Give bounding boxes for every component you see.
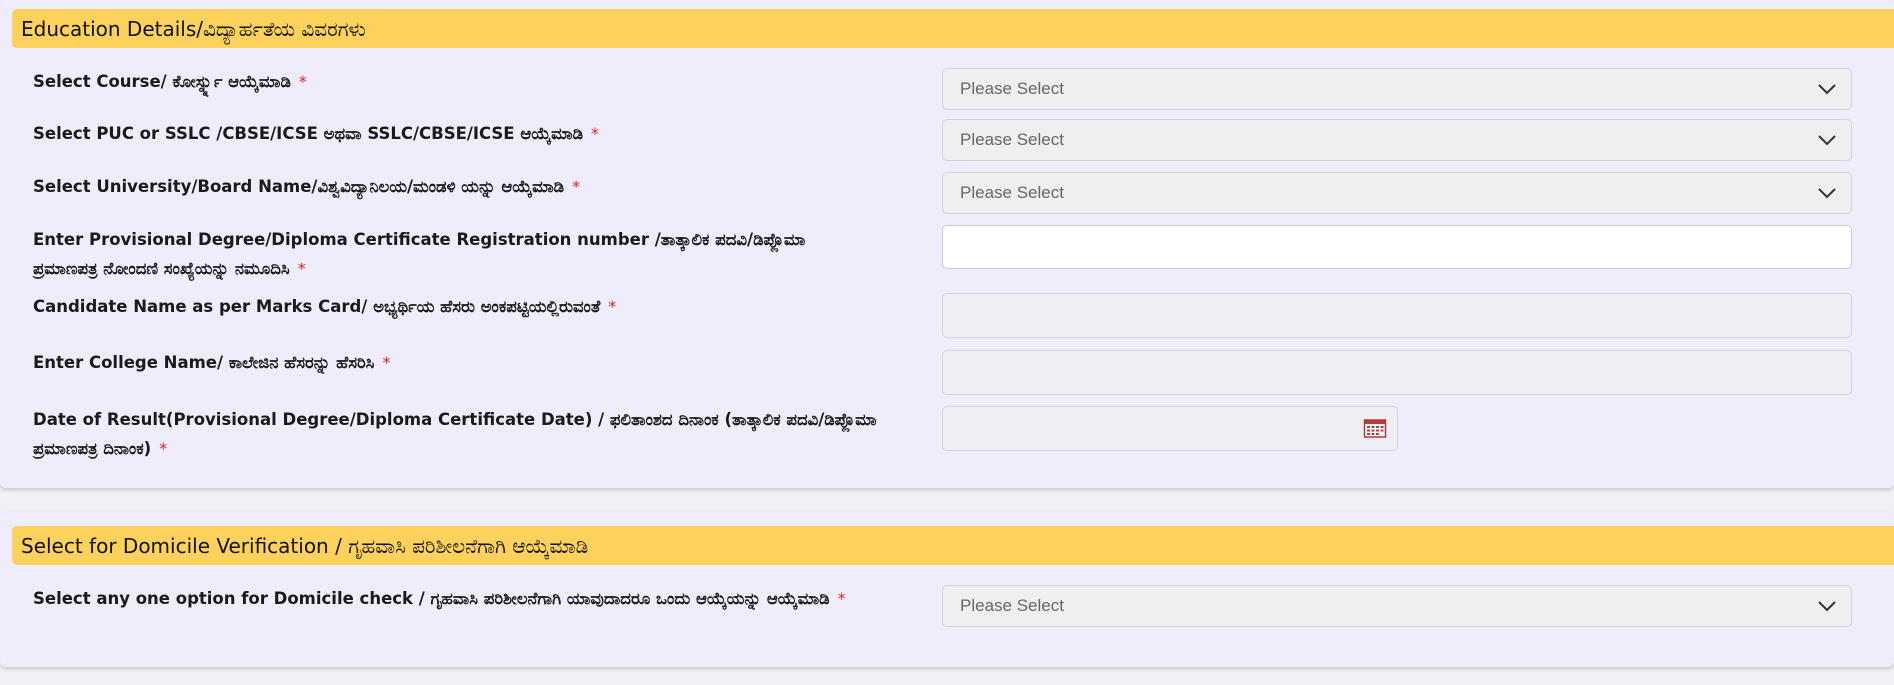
domicile-option-label: Select any one option for Domicile check… [33,589,846,608]
required-star: * [591,124,600,143]
candidate-name-input[interactable] [942,293,1852,338]
calendar-icon[interactable] [1363,417,1387,439]
required-star: * [159,439,168,458]
course-select-value: Please Select [960,79,1064,98]
registration-number-label: Enter Provisional Degree/Diploma Certifi… [33,230,806,278]
course-select[interactable]: Please Select [942,68,1852,110]
university-board-label: Select University/Board Name/ವಿಶ್ವವಿದ್ಯಾ… [33,177,581,196]
education-details-header: Education Details/ವಿದ್ಯಾರ್ಹತೆಯ ವಿವರಗಳು [12,9,1894,48]
required-star: * [298,72,307,91]
required-star: * [837,589,846,608]
college-name-input[interactable] [942,350,1852,395]
registration-number-input[interactable] [942,225,1852,269]
puc-sslc-select-value: Please Select [960,130,1064,149]
puc-sslc-label: Select PUC or SSLC /CBSE/ICSE ಅಥವಾ SSLC/… [33,124,600,143]
required-star: * [382,353,391,372]
course-label: Select Course/ ಕೋರ್ಸ್ನ್ನು ಆಯ್ಕೆಮಾಡಿ * [33,72,307,91]
domicile-option-select-value: Please Select [960,596,1064,615]
chevron-down-icon [1818,188,1836,199]
chevron-down-icon [1818,135,1836,146]
university-board-select[interactable]: Please Select [942,172,1852,214]
chevron-down-icon [1818,601,1836,612]
date-of-result-input[interactable] [942,406,1398,451]
required-star: * [297,259,306,278]
date-of-result-label: Date of Result(Provisional Degree/Diplom… [33,410,877,458]
university-board-select-value: Please Select [960,183,1064,202]
domicile-verification-card: Select for Domicile Verification / ಗೃಹವಾ… [0,511,1894,667]
candidate-name-label: Candidate Name as per Marks Card/ ಅಭ್ಯರ್… [33,297,617,316]
required-star: * [608,297,617,316]
puc-sslc-select[interactable]: Please Select [942,119,1852,161]
college-name-label: Enter College Name/ ಕಾಲೇಜಿನ ಹೆಸರನ್ನು ಹೆಸ… [33,353,391,372]
chevron-down-icon [1818,84,1836,95]
required-star: * [572,177,581,196]
education-details-card: Education Details/ವಿದ್ಯಾರ್ಹತೆಯ ವಿವರಗಳು S… [0,0,1894,488]
domicile-option-select[interactable]: Please Select [942,585,1852,627]
domicile-verification-header: Select for Domicile Verification / ಗೃಹವಾ… [12,526,1894,565]
